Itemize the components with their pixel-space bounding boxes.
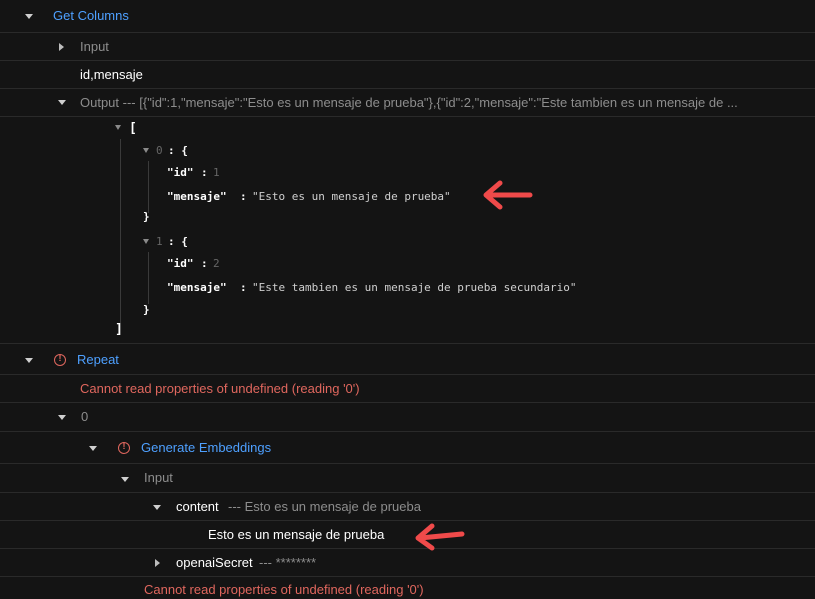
- json-close-brace: }: [143, 303, 150, 316]
- param-summary: --- Esto es un mensaje de prueba: [228, 499, 421, 514]
- param-summary: --- ********: [259, 555, 317, 570]
- json-colon: :: [201, 166, 208, 179]
- repeat-iteration-0[interactable]: 0: [0, 403, 815, 432]
- collapse-chevron-icon[interactable]: [58, 415, 66, 420]
- json-key: "mensaje": [167, 190, 227, 203]
- annotation-arrow-icon: [415, 523, 465, 551]
- collapse-chevron-icon[interactable]: [25, 14, 33, 19]
- json-key: "id": [167, 257, 194, 270]
- json-string: "Esto es un mensaje de prueba": [252, 190, 451, 203]
- json-guide-line: [148, 252, 149, 304]
- json-close-bracket: ]: [115, 322, 123, 337]
- json-collapse-icon[interactable]: [143, 239, 149, 244]
- node-repeat[interactable]: Repeat: [0, 344, 815, 375]
- node-get-columns[interactable]: Get Columns: [0, 0, 815, 33]
- content-value-row: Esto es un mensaje de prueba: [0, 521, 815, 549]
- annotation-arrow-icon: [483, 180, 533, 210]
- input-label: Input: [144, 470, 173, 485]
- node-title-repeat[interactable]: Repeat: [77, 352, 119, 367]
- json-guide-line: [148, 161, 149, 213]
- input-value: id,mensaje: [80, 67, 143, 82]
- json-number: 2: [213, 257, 220, 270]
- json-guide-line: [120, 139, 121, 335]
- expand-chevron-icon[interactable]: [59, 43, 64, 51]
- collapse-chevron-icon[interactable]: [58, 100, 66, 105]
- generate-embeddings-input-row[interactable]: Input: [0, 464, 815, 493]
- json-index: 1: [156, 235, 163, 248]
- collapse-chevron-icon[interactable]: [25, 358, 33, 363]
- json-colon: :: [240, 281, 247, 294]
- node-generate-embeddings[interactable]: Generate Embeddings: [0, 432, 815, 464]
- get-columns-input-row[interactable]: Input: [0, 33, 815, 61]
- json-string: "Este tambien es un mensaje de prueba se…: [252, 281, 577, 294]
- json-colon: :: [201, 257, 208, 270]
- error-message: Cannot read properties of undefined (rea…: [80, 381, 360, 396]
- error-icon: [118, 441, 130, 454]
- collapse-chevron-icon[interactable]: [153, 505, 161, 510]
- param-name-content: content: [176, 499, 219, 514]
- json-collapse-icon[interactable]: [115, 125, 121, 130]
- json-collapse-icon[interactable]: [143, 148, 149, 153]
- generate-embeddings-error-row: Cannot read properties of undefined (rea…: [0, 577, 815, 599]
- json-number: 1: [213, 166, 220, 179]
- repeat-error-row: Cannot read properties of undefined (rea…: [0, 375, 815, 403]
- node-title-generate-embeddings[interactable]: Generate Embeddings: [141, 440, 271, 455]
- input-label: Input: [80, 39, 109, 54]
- error-icon: [54, 353, 66, 366]
- json-colon: :: [240, 190, 247, 203]
- json-close-brace: }: [143, 210, 150, 223]
- iteration-index: 0: [81, 409, 89, 424]
- json-key: "mensaje": [167, 281, 227, 294]
- collapse-chevron-icon[interactable]: [121, 477, 129, 482]
- content-param-row[interactable]: content --- Esto es un mensaje de prueba: [0, 493, 815, 521]
- collapse-chevron-icon[interactable]: [89, 446, 97, 451]
- param-value: Esto es un mensaje de prueba: [208, 527, 385, 542]
- get-columns-output-row[interactable]: Output --- [{"id":1,"mensaje":"Esto es u…: [0, 89, 815, 117]
- json-index: 0: [156, 144, 163, 157]
- expand-chevron-icon[interactable]: [155, 559, 160, 567]
- json-open-bracket: [: [129, 121, 137, 136]
- json-viewer: [ 0 : { "id" : 1 "mensaje" : "Esto es un…: [0, 117, 815, 344]
- param-name-openai-secret: openaiSecret: [176, 555, 253, 570]
- json-open-brace: : {: [168, 235, 188, 248]
- node-title-get-columns[interactable]: Get Columns: [53, 8, 129, 23]
- openai-secret-param-row[interactable]: openaiSecret --- ********: [0, 549, 815, 577]
- get-columns-input-value-row: id,mensaje: [0, 61, 815, 89]
- json-key: "id": [167, 166, 194, 179]
- error-message: Cannot read properties of undefined (rea…: [144, 582, 424, 597]
- json-open-brace: : {: [168, 144, 188, 157]
- output-summary: Output --- [{"id":1,"mensaje":"Esto es u…: [80, 95, 738, 110]
